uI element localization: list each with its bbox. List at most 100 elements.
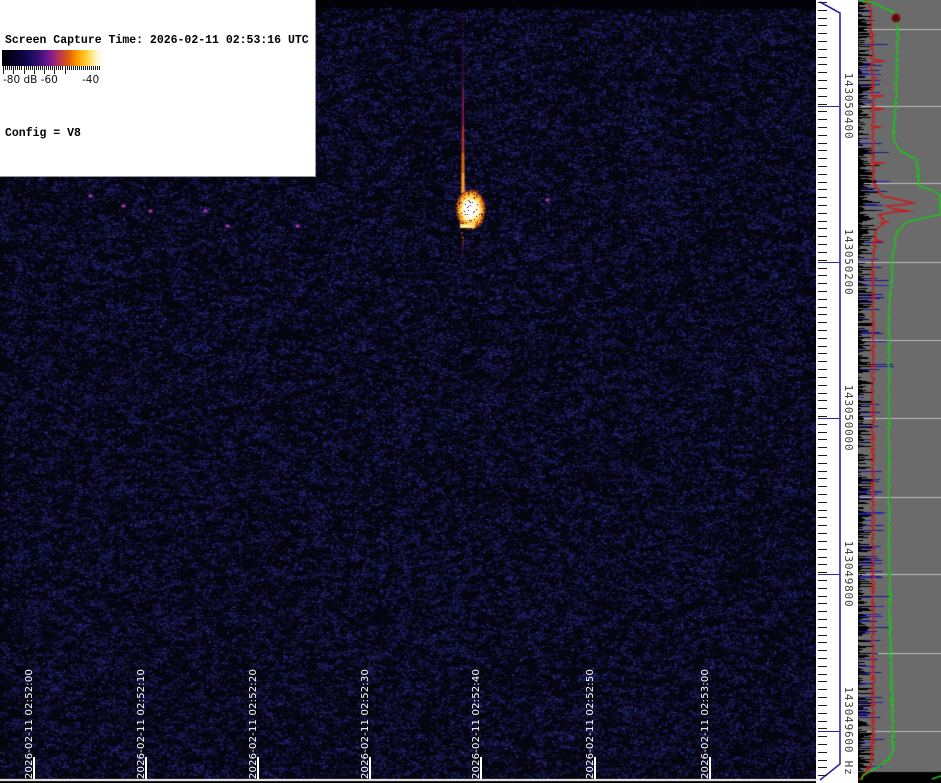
legend-tick <box>56 66 57 70</box>
legend-tick <box>9 66 10 70</box>
legend-tick <box>60 66 61 70</box>
freq-minor-tick <box>818 525 827 526</box>
legend-tick <box>75 66 76 70</box>
freq-major-tick <box>818 262 840 263</box>
time-label: 2026-02-11 02:52:30 <box>360 647 373 779</box>
freq-minor-tick <box>818 88 827 89</box>
freq-minor-tick <box>818 533 827 534</box>
time-tick <box>257 757 259 779</box>
freq-minor-tick <box>818 635 827 636</box>
freq-label: 143050000 <box>843 343 855 493</box>
freq-minor-tick <box>818 752 827 753</box>
legend-tick <box>44 66 45 74</box>
freq-minor-tick <box>818 721 827 722</box>
freq-minor-tick <box>818 603 827 604</box>
legend-tick <box>95 66 96 70</box>
freq-minor-tick <box>818 681 827 682</box>
legend-tick <box>65 66 66 74</box>
freq-minor-tick <box>818 104 827 105</box>
spectrum-lab-screen: 2026-02-11 02:52:002026-02-11 02:52:1020… <box>0 0 941 783</box>
legend-tick <box>73 66 74 70</box>
freq-minor-tick <box>818 463 827 464</box>
freq-label: 143050400 <box>843 31 855 181</box>
legend-tick <box>89 66 90 70</box>
freq-minor-tick <box>818 283 827 284</box>
freq-minor-tick <box>818 213 827 214</box>
freq-minor-tick <box>818 244 827 245</box>
legend-tick <box>34 66 35 74</box>
legend-tick <box>21 66 22 70</box>
freq-minor-tick <box>818 564 827 565</box>
freq-minor-tick <box>818 471 827 472</box>
freq-minor-tick <box>818 166 827 167</box>
freq-major-tick <box>818 574 840 575</box>
time-tick <box>709 757 711 779</box>
freq-minor-tick <box>818 713 827 714</box>
freq-major-tick <box>818 418 840 419</box>
time-label: 2026-02-11 02:53:00 <box>700 647 713 779</box>
legend-tick <box>52 66 53 70</box>
legend-tick <box>48 66 49 70</box>
freq-minor-tick <box>818 572 827 573</box>
freq-label: 143049800 <box>843 499 855 649</box>
freq-minor-tick <box>818 361 827 362</box>
freq-minor-tick <box>818 41 827 42</box>
freq-minor-tick <box>818 596 827 597</box>
freq-minor-tick <box>818 49 827 50</box>
freq-minor-tick <box>818 775 827 776</box>
freq-minor-tick <box>818 674 827 675</box>
freq-minor-tick <box>818 455 827 456</box>
time-label: 2026-02-11 02:52:40 <box>471 647 484 779</box>
legend-label-right: -40 <box>82 74 99 86</box>
freq-minor-tick <box>818 642 827 643</box>
freq-minor-tick <box>818 447 827 448</box>
freq-minor-tick <box>818 416 827 417</box>
legend-tick <box>79 66 80 70</box>
freq-minor-tick <box>818 228 827 229</box>
spectrum-side-panel <box>858 0 941 783</box>
freq-minor-tick <box>818 666 827 667</box>
freq-minor-tick <box>818 400 827 401</box>
freq-minor-tick <box>818 64 827 65</box>
freq-minor-tick <box>818 650 827 651</box>
freq-minor-tick <box>818 10 827 11</box>
freq-minor-tick <box>818 189 827 190</box>
legend-label-left: -80 dB -60 <box>3 74 58 86</box>
freq-minor-tick <box>818 627 827 628</box>
freq-minor-tick <box>818 541 827 542</box>
legend-tick <box>15 66 16 70</box>
freq-label: 143049600 Hz <box>843 656 855 783</box>
freq-minor-tick <box>818 369 827 370</box>
legend-tick <box>67 66 68 70</box>
legend-tick <box>81 66 82 70</box>
legend-tick <box>71 66 72 70</box>
freq-minor-tick <box>818 494 827 495</box>
freq-minor-tick <box>818 385 827 386</box>
legend-tick <box>7 66 8 70</box>
freq-minor-tick <box>818 705 827 706</box>
freq-minor-tick <box>818 80 827 81</box>
legend-tick <box>50 66 51 70</box>
freq-minor-tick <box>818 291 827 292</box>
freq-minor-tick <box>818 57 827 58</box>
legend-tick <box>85 66 86 70</box>
freq-minor-tick <box>818 338 827 339</box>
legend-tick <box>46 66 47 70</box>
freq-minor-tick <box>818 33 827 34</box>
freq-minor-tick <box>818 268 827 269</box>
freq-minor-tick <box>818 158 827 159</box>
freq-minor-tick <box>818 275 827 276</box>
freq-minor-tick <box>818 432 827 433</box>
legend-tick <box>26 66 27 70</box>
legend-tick <box>69 66 70 70</box>
freq-minor-tick <box>818 767 827 768</box>
freq-minor-tick <box>818 611 827 612</box>
freq-minor-tick <box>818 377 827 378</box>
legend-tick <box>5 66 6 70</box>
legend-tick <box>97 66 98 70</box>
legend-tick <box>62 66 63 70</box>
freq-minor-tick <box>818 96 827 97</box>
freq-minor-tick <box>818 588 827 589</box>
color-gradient-bar <box>2 50 104 66</box>
legend-tick <box>58 66 59 70</box>
